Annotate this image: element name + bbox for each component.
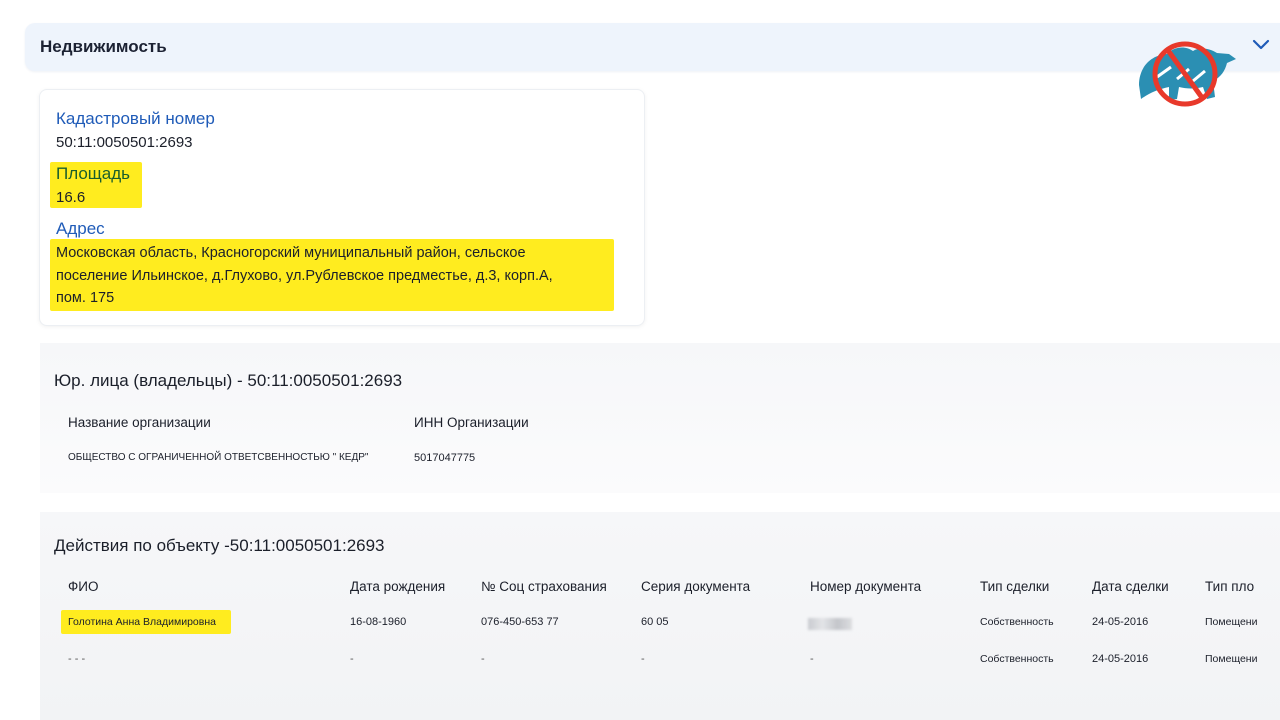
property-card: Кадастровый номер 50:11:0050501:2693 Пло… xyxy=(39,89,645,326)
actions-header-deal-type: Тип сделки xyxy=(980,579,1050,594)
redacted-doc-number xyxy=(808,618,852,630)
owners-cell-inn: 5017047775 xyxy=(414,452,476,464)
actions-cell-premises-type: Помещени xyxy=(1205,616,1258,628)
actions-cell-birth-date: 16-08-1960 xyxy=(350,616,407,628)
actions-cell-doc-series: - xyxy=(641,653,645,665)
actions-cell-doc-number: - xyxy=(810,653,814,665)
cadastral-number-label: Кадастровый номер xyxy=(56,109,215,128)
owners-cell-org-name: ОБЩЕСТВО С ОГРАНИЧЕННОЙ ОТВЕТСВЕННОСТЬЮ … xyxy=(68,452,369,463)
actions-section-title: Действия по объекту -50:11:0050501:2693 xyxy=(54,536,385,555)
actions-cell-deal-type: Собственность xyxy=(980,616,1054,628)
crossed-bear-logo-icon xyxy=(1139,41,1236,107)
area-label: Площадь xyxy=(56,164,131,183)
actions-header-deal-date: Дата сделки xyxy=(1092,579,1169,594)
address-line: пом. 175 xyxy=(56,290,115,306)
address-line: Московская область, Красногорский муници… xyxy=(56,245,526,261)
accordion-header-real-estate[interactable]: Недвижимость xyxy=(25,23,1280,71)
actions-cell-deal-type: Собственность xyxy=(980,653,1054,665)
chevron-down-icon[interactable] xyxy=(1251,35,1271,55)
actions-cell-fio: Голотина Анна Владимировна xyxy=(68,616,216,628)
owners-header-inn: ИНН Организации xyxy=(414,415,529,430)
actions-cell-fio: - - - xyxy=(68,653,86,665)
actions-cell-deal-date: 24-05-2016 xyxy=(1092,653,1149,665)
actions-cell-birth-date: - xyxy=(350,653,354,665)
actions-cell-doc-series: 60 05 xyxy=(641,616,669,628)
actions-header-premises-type: Тип пло xyxy=(1205,579,1255,594)
actions-header-doc-number: Номер документа xyxy=(810,579,922,594)
actions-header-snils: № Соц страхования xyxy=(481,579,607,594)
accordion-title: Недвижимость xyxy=(40,37,167,56)
owners-header-org-name: Название организации xyxy=(68,415,211,430)
owners-section-title: Юр. лица (владельцы) - 50:11:0050501:269… xyxy=(54,371,403,390)
owners-section xyxy=(40,343,1280,493)
address-label: Адрес xyxy=(56,219,105,238)
address-line: поселение Ильинское, д.Глухово, ул.Рубле… xyxy=(56,267,553,284)
actions-cell-deal-date: 24-05-2016 xyxy=(1092,616,1149,628)
cadastral-number-value: 50:11:0050501:2693 xyxy=(56,134,193,151)
address-value: Московская область, Красногорский муници… xyxy=(56,242,626,310)
area-value: 16.6 xyxy=(56,189,86,206)
actions-cell-snils: 076-450-653 77 xyxy=(481,616,559,628)
actions-cell-snils: - xyxy=(481,653,485,665)
actions-header-fio: ФИО xyxy=(68,579,99,594)
actions-cell-premises-type: Помещени xyxy=(1205,653,1258,665)
actions-header-birth-date: Дата рождения xyxy=(350,579,446,594)
actions-header-doc-series: Серия документа xyxy=(641,579,751,594)
